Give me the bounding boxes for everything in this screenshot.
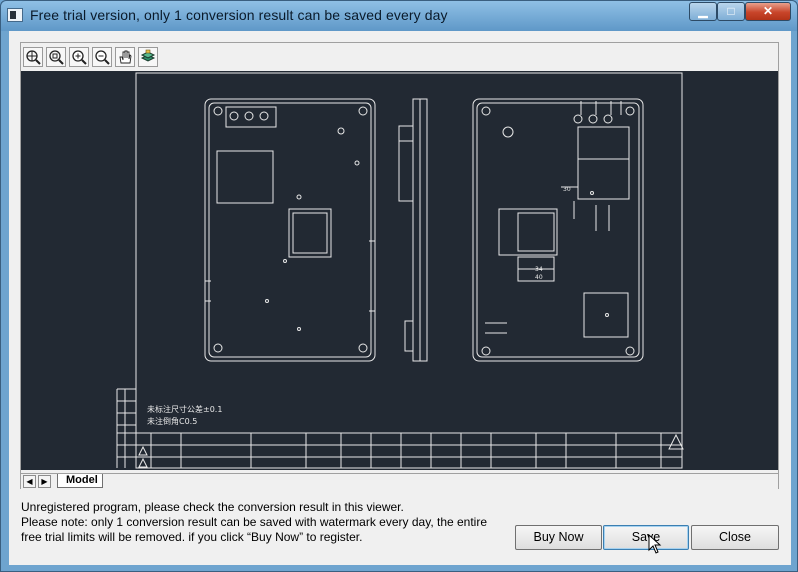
minimize-button[interactable]: ▁ bbox=[689, 2, 717, 21]
zoom-extents-button[interactable] bbox=[23, 47, 43, 67]
dim-label-b: 40 bbox=[535, 274, 543, 281]
close-window-button[interactable]: ✕ bbox=[745, 2, 791, 21]
layers-button[interactable] bbox=[138, 47, 158, 67]
side-view bbox=[398, 98, 428, 362]
dim-label-a: 34 bbox=[535, 266, 543, 273]
zoom-out-icon bbox=[95, 50, 110, 65]
message-line-2: Please note: only 1 conversion result ca… bbox=[21, 515, 488, 529]
title-bar[interactable]: Free trial version, only 1 conversion re… bbox=[1, 1, 797, 31]
mouse-cursor-icon bbox=[648, 534, 662, 554]
pan-hand-icon bbox=[119, 50, 132, 64]
pan-button[interactable] bbox=[115, 47, 135, 67]
app-window: Free trial version, only 1 conversion re… bbox=[0, 0, 798, 572]
registration-message: Unregistered program, please check the c… bbox=[21, 500, 521, 545]
zoom-out-button[interactable] bbox=[92, 47, 112, 67]
maximize-icon: □ bbox=[727, 4, 735, 18]
close-button[interactable]: Close bbox=[691, 525, 779, 550]
back-view bbox=[472, 98, 644, 362]
viewer-toolbar bbox=[21, 43, 778, 71]
window-title: Free trial version, only 1 conversion re… bbox=[30, 7, 448, 23]
zoom-in-button[interactable] bbox=[69, 47, 89, 67]
dim-label-c: 30 bbox=[563, 186, 571, 193]
drawing-note-1: 未标注尺寸公差±0.1 bbox=[147, 404, 222, 414]
layers-icon bbox=[140, 49, 156, 62]
front-view bbox=[204, 98, 376, 362]
message-line-1: Unregistered program, please check the c… bbox=[21, 500, 404, 514]
app-icon bbox=[7, 8, 23, 22]
minimize-icon: ▁ bbox=[698, 4, 708, 18]
drawing-note-2: 未注倒角C0.5 bbox=[147, 416, 197, 426]
chevron-left-icon: ◀ bbox=[26, 477, 33, 486]
cad-viewer: 未标注尺寸公差±0.1 未注倒角C0.5 34 40 30 ◀ ▶ Model bbox=[20, 42, 779, 489]
zoom-window-button[interactable] bbox=[46, 47, 66, 67]
tab-model[interactable]: Model bbox=[57, 474, 103, 488]
save-button[interactable]: Save bbox=[603, 525, 689, 550]
buy-now-button[interactable]: Buy Now bbox=[515, 525, 602, 550]
message-line-3: free trial limits will be removed. if yo… bbox=[21, 530, 363, 544]
drawing-canvas[interactable]: 未标注尺寸公差±0.1 未注倒角C0.5 34 40 30 bbox=[21, 71, 778, 470]
tab-next-button[interactable]: ▶ bbox=[38, 475, 51, 488]
close-icon: ✕ bbox=[762, 4, 774, 18]
dialog-client: 未标注尺寸公差±0.1 未注倒角C0.5 34 40 30 ◀ ▶ Model … bbox=[9, 31, 791, 565]
chevron-right-icon: ▶ bbox=[41, 477, 48, 486]
layout-tab-bar: ◀ ▶ Model bbox=[21, 473, 778, 489]
tab-prev-button[interactable]: ◀ bbox=[23, 475, 36, 488]
cad-drawing: 未标注尺寸公差±0.1 未注倒角C0.5 34 40 30 bbox=[116, 72, 684, 469]
maximize-button[interactable]: □ bbox=[717, 2, 745, 21]
zoom-extents-icon bbox=[26, 50, 41, 65]
title-block bbox=[116, 388, 684, 468]
zoom-window-icon bbox=[49, 50, 64, 65]
zoom-in-icon bbox=[72, 50, 87, 65]
